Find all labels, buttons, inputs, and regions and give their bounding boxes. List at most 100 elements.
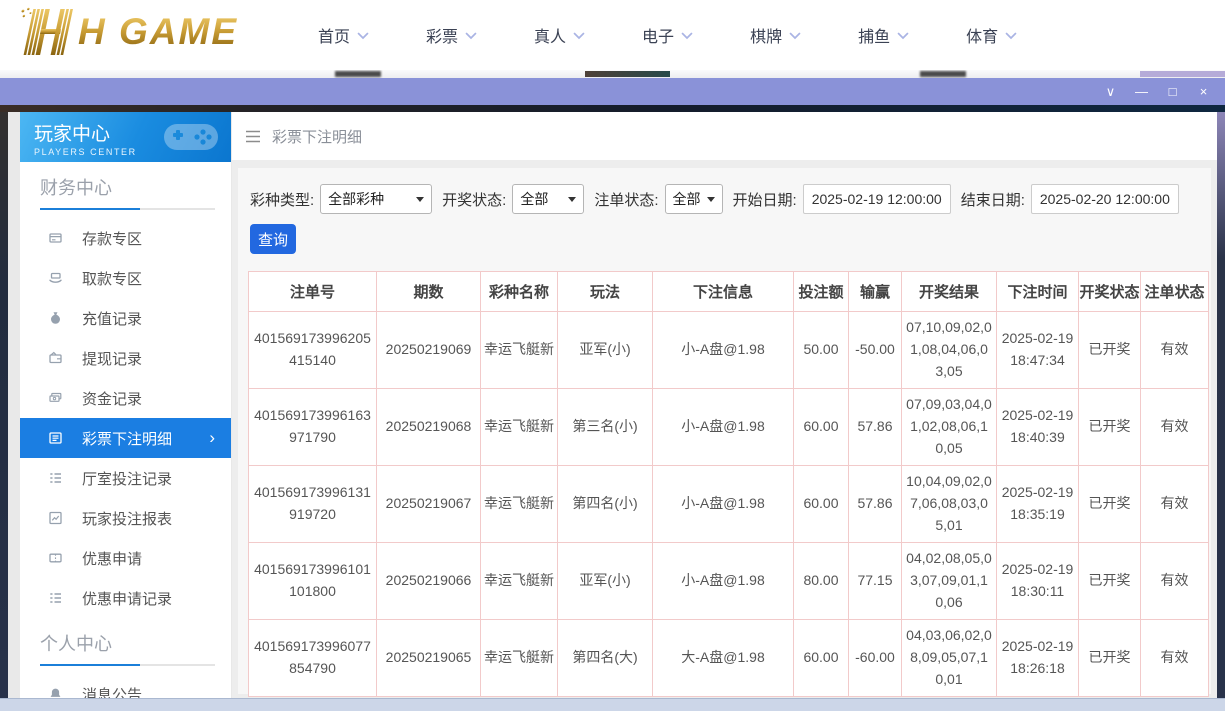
search-button[interactable]: 查询: [250, 224, 296, 254]
start-date-label: 开始日期:: [733, 189, 797, 210]
chevron-down-icon: [568, 197, 576, 202]
chevron-down-icon: [897, 32, 909, 40]
draw-status-label: 开奖状态:: [442, 189, 506, 210]
table-cell: 亚军(小): [558, 543, 653, 620]
table-cell: 第四名(小): [558, 466, 653, 543]
table-cell: -60.00: [849, 620, 902, 697]
nav-item-sports[interactable]: 体育: [966, 23, 1017, 47]
sidebar-item-bet-report[interactable]: 玩家投注报表: [20, 498, 231, 538]
table-cell: 小-A盘@1.98: [653, 543, 794, 620]
table-cell: 20250219067: [377, 466, 481, 543]
minimize-icon[interactable]: —: [1126, 78, 1157, 105]
sidebar-item-funds-log[interactable]: 资金记录: [20, 378, 231, 418]
background-page-sliver: [0, 70, 1225, 78]
nav-item-fishing[interactable]: 捕鱼: [858, 23, 909, 47]
sidebar-item-label: 优惠申请记录: [82, 588, 172, 609]
column-header: 投注额: [794, 272, 849, 312]
column-header: 注单号: [249, 272, 377, 312]
sidebar-section-title-personal: 个人中心: [40, 630, 231, 656]
table-cell: 已开奖: [1079, 466, 1141, 543]
table-cell: 幸运飞艇新: [481, 466, 558, 543]
sidebar-item-promo-log[interactable]: 优惠申请记录: [20, 578, 231, 618]
table-cell: 20250219065: [377, 620, 481, 697]
sidebar-item-label: 存款专区: [82, 228, 142, 249]
table-cell: 2025-02-19 18:30:11: [997, 543, 1079, 620]
chevron-down-icon: [416, 197, 424, 202]
table-cell: 小-A盘@1.98: [653, 389, 794, 466]
collapse-icon[interactable]: ∨: [1095, 78, 1126, 105]
order-status-select[interactable]: 全部: [665, 184, 723, 214]
nav-item-slots[interactable]: 电子: [642, 23, 693, 47]
column-header: 下注时间: [997, 272, 1079, 312]
sidebar-item-withdraw-log[interactable]: 提现记录: [20, 338, 231, 378]
table-cell: 04,02,08,05,03,07,09,01,10,06: [902, 543, 997, 620]
section-divider: [40, 208, 215, 210]
table-cell: 已开奖: [1079, 389, 1141, 466]
sidebar-item-label: 取款专区: [82, 268, 142, 289]
sidebar-section-title-finance: 财务中心: [40, 174, 231, 200]
start-date-input[interactable]: [803, 184, 951, 214]
window-controls: ∨—□×: [1095, 78, 1219, 105]
table-row: 40156917399610110180020250219066幸运飞艇新亚军(…: [249, 543, 1209, 620]
logo-text: H GAME: [78, 11, 238, 53]
background-right-edge: [1217, 112, 1225, 698]
table-body: 40156917399620541514020250219069幸运飞艇新亚军(…: [249, 312, 1209, 697]
table-cell: 401569173996077854790: [249, 620, 377, 697]
lottery-type-select[interactable]: 全部彩种: [320, 184, 432, 214]
table-cell: 60.00: [794, 389, 849, 466]
window-titlebar: ∨—□×: [0, 78, 1225, 105]
main-content: 彩票下注明细 彩种类型: 全部彩种 开奖状态: 全部 注单状态:: [232, 112, 1217, 698]
end-date-input[interactable]: [1031, 184, 1179, 214]
table-row: 40156917399616397179020250219068幸运飞艇新第三名…: [249, 389, 1209, 466]
sidebar-item-deposit[interactable]: 存款专区: [20, 218, 231, 258]
table-cell: 401569173996131919720: [249, 466, 377, 543]
table-row: 40156917399613191972020250219067幸运飞艇新第四名…: [249, 466, 1209, 543]
page-title: 彩票下注明细: [272, 126, 362, 147]
background-fragment: [335, 71, 381, 77]
menu-icon[interactable]: [245, 130, 261, 143]
column-header: 玩法: [558, 272, 653, 312]
table-cell: 有效: [1141, 312, 1209, 389]
sidebar-item-promo-apply[interactable]: 优惠申请: [20, 538, 231, 578]
column-header: 输赢: [849, 272, 902, 312]
table-cell: 401569173996205415140: [249, 312, 377, 389]
nav-item-home[interactable]: 首页: [318, 23, 369, 47]
sidebar: 玩家中心 PLAYERS CENTER 财务中心 存款专区: [20, 112, 232, 698]
banknotes-icon: [48, 390, 64, 406]
chevron-down-icon: [573, 32, 585, 40]
nav-item-label: 彩票: [426, 23, 458, 47]
sidebar-finance-items: 存款专区 取款专区 充值记录 提现记录 资金记录: [20, 218, 231, 618]
nav-item-lottery[interactable]: 彩票: [426, 23, 477, 47]
draw-status-select[interactable]: 全部: [512, 184, 584, 214]
top-nav: H GAME 首页 彩票 真人: [0, 0, 1225, 70]
sidebar-item-withdraw[interactable]: 取款专区: [20, 258, 231, 298]
sidebar-item-lottery-detail[interactable]: 彩票下注明细: [20, 418, 231, 458]
nav-item-cards[interactable]: 棋牌: [750, 23, 801, 47]
close-icon[interactable]: ×: [1188, 78, 1219, 105]
bets-table: 注单号期数彩种名称玩法下注信息投注额输赢开奖结果下注时间开奖状态注单状态 401…: [248, 271, 1209, 697]
table-cell: 2025-02-19 18:26:18: [997, 620, 1079, 697]
table-cell: 80.00: [794, 543, 849, 620]
table-cell: 幸运飞艇新: [481, 543, 558, 620]
table-cell: 60.00: [794, 466, 849, 543]
moneybag-icon: [48, 310, 64, 326]
sidebar-item-hall-bet-log[interactable]: 厅室投注记录: [20, 458, 231, 498]
table-cell: 2025-02-19 18:35:19: [997, 466, 1079, 543]
maximize-icon[interactable]: □: [1157, 78, 1188, 105]
nav-item-label: 首页: [318, 23, 350, 47]
deposit-card-icon: [48, 230, 64, 246]
table-cell: 57.86: [849, 466, 902, 543]
table-cell: 大-A盘@1.98: [653, 620, 794, 697]
nav-item-label: 真人: [534, 23, 566, 47]
nav-item-label: 捕鱼: [858, 23, 890, 47]
table-cell: 60.00: [794, 620, 849, 697]
nav-item-live[interactable]: 真人: [534, 23, 585, 47]
table-row: 40156917399607785479020250219065幸运飞艇新第四名…: [249, 620, 1209, 697]
logo[interactable]: H GAME: [10, 6, 238, 58]
sidebar-item-label: 提现记录: [82, 348, 142, 369]
background-fragment: [1140, 71, 1225, 77]
sidebar-item-recharge-log[interactable]: 充值记录: [20, 298, 231, 338]
sidebar-item-label: 充值记录: [82, 308, 142, 329]
ticket-icon: [48, 550, 64, 566]
wallet-icon: [48, 350, 64, 366]
